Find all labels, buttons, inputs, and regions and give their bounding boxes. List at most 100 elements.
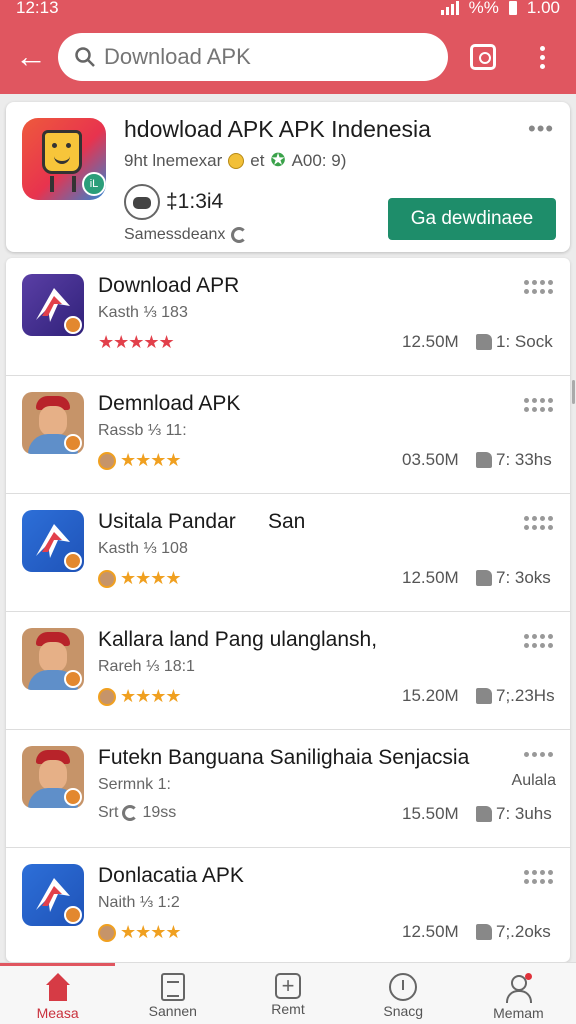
app-more-icon[interactable] — [524, 398, 556, 412]
app-name: Demnload APK — [98, 392, 241, 415]
search-icon — [75, 47, 95, 67]
featured-stats: ‡1:3i4 — [124, 184, 223, 220]
app-list-item[interactable]: Download APR Kasth ⅓ 183 ★★★★★ 12.50M 1: Soc… — [6, 258, 570, 376]
signal-icon — [440, 1, 459, 15]
app-list-item[interactable]: Kallara land Pang ulanglansh, Rareh ⅓ 18:… — [6, 612, 570, 730]
star-rating-icon: ★★★★ — [120, 686, 182, 706]
nav-label: Memam — [493, 1005, 544, 1021]
app-size: 03.50M — [402, 450, 459, 469]
app-name: Download APR — [98, 274, 240, 297]
app-name-suffix: San — [268, 510, 306, 533]
user-icon — [503, 973, 533, 1003]
app-likes: 7: 3oks — [476, 568, 551, 588]
clock-icon — [389, 973, 418, 1001]
app-icon — [22, 510, 84, 572]
featured-developer: Samessdeanx — [124, 226, 248, 244]
app-list-item[interactable]: Demnload APK Rassb ⅓ 11: ★★★★ 03.50M 7: 33hs — [6, 376, 570, 494]
star-rating-icon: ★★★★ — [120, 922, 182, 942]
thumbs-up-icon — [476, 452, 492, 468]
rating-text: Srt — [98, 804, 119, 821]
status-indicators: %% 1.00 — [440, 0, 560, 18]
app-more-icon[interactable] — [524, 634, 556, 648]
app-more-icon[interactable] — [524, 870, 556, 884]
app-rating: ★★★★ — [98, 450, 182, 471]
scrollbar[interactable] — [572, 380, 575, 404]
thumbs-up-icon — [476, 924, 492, 940]
refresh-icon — [122, 805, 139, 821]
avatar — [98, 687, 116, 706]
app-rating: ★★★★ — [98, 686, 182, 707]
app-subtitle: Kasth ⅓ 183 — [98, 304, 188, 321]
app-likes: 7: 3uhs — [476, 804, 552, 824]
app-list-item[interactable]: Donlacatia APK Naith ⅓ 1:2 ★★★★ 12.50M 7;.2o… — [6, 848, 570, 962]
star-rating-icon: ★★★★ — [120, 450, 182, 470]
app-size: 12.50M — [402, 568, 459, 587]
app-size: 15.50M — [402, 804, 459, 823]
search-input[interactable] — [104, 44, 424, 70]
app-size: 12.50M — [402, 922, 459, 941]
app-subtitle: Sermnk 1: — [98, 776, 171, 793]
thumbs-up-icon — [476, 806, 492, 822]
app-icon — [22, 392, 84, 454]
emoji-icon — [228, 152, 245, 169]
nav-tab-add[interactable]: + Remt — [230, 963, 345, 1024]
get-download-button[interactable]: Ga dewdinaee — [388, 198, 556, 240]
thumbs-up-icon — [476, 334, 492, 350]
nav-tab-document[interactable]: Sannen — [115, 963, 230, 1024]
star-rating-icon: ★★★★★ — [98, 332, 175, 352]
featured-app-card[interactable]: iL hdowload APK APK Indenesia ••• 9ht ln… — [6, 102, 570, 252]
featured-more-icon[interactable]: ••• — [528, 116, 554, 142]
gamepad-icon — [124, 184, 160, 220]
app-size: 12.50M — [402, 332, 459, 351]
app-rating: ★★★★★ — [98, 332, 175, 353]
thumbs-up-icon — [476, 688, 492, 704]
avatar — [98, 569, 116, 588]
app-size: 15.20M — [402, 686, 459, 705]
search-bar[interactable] — [58, 33, 448, 81]
bottom-navigation: Measa Sannen + Remt Snacg Memam — [0, 962, 576, 1024]
signal-text: %% — [468, 0, 499, 17]
app-more-icon[interactable] — [524, 516, 556, 530]
app-more-icon[interactable] — [524, 280, 556, 294]
avatar — [98, 923, 116, 942]
app-likes: 1: Sock — [476, 332, 553, 352]
app-name: Futekn Banguana Sanilighaia Senjacsia — [98, 746, 470, 769]
app-icon — [22, 628, 84, 690]
camera-icon[interactable] — [470, 44, 496, 70]
app-extra-label: Aulala — [511, 772, 556, 789]
refresh-icon — [231, 227, 248, 243]
app-icon — [22, 274, 84, 336]
back-arrow-icon[interactable]: ← — [14, 40, 48, 74]
app-header: 12:13 %% 1.00 ← — [0, 0, 576, 94]
thumbs-up-icon — [476, 570, 492, 586]
app-likes: 7;.2oks — [476, 922, 551, 942]
featured-app-title: hdowload APK APK Indenesia — [124, 116, 431, 142]
app-subtitle: Naith ⅓ 1:2 — [98, 894, 180, 911]
battery-text: 1.00 — [526, 0, 560, 17]
star-rating-icon: ★★★★ — [120, 568, 182, 588]
rating-suffix: 19ss — [142, 804, 177, 821]
app-more-icon[interactable] — [524, 752, 556, 757]
star-icon: ✪ — [270, 150, 286, 170]
nav-tab-user[interactable]: Memam — [461, 963, 576, 1024]
nav-tab-home[interactable]: Measa — [0, 963, 116, 1024]
add-icon: + — [275, 973, 301, 999]
avatar — [98, 451, 116, 470]
featured-count: ‡1:3i4 — [166, 190, 224, 213]
nav-label: Snacg — [383, 1003, 424, 1019]
app-name: Kallara land Pang ulanglansh, — [98, 628, 378, 651]
app-subtitle: Rareh ⅓ 18:1 — [98, 658, 195, 675]
nav-label: Sannen — [148, 1003, 197, 1019]
app-rating: Srt 19ss — [98, 804, 176, 822]
nav-label: Measa — [36, 1005, 79, 1021]
more-options-icon[interactable] — [530, 44, 554, 70]
app-list-item[interactable]: Usitala Pandar San Kasth ⅓ 108 ★★★★ 12.50M 7:… — [6, 494, 570, 612]
app-icon — [22, 864, 84, 926]
status-bar: 12:13 %% 1.00 — [0, 0, 576, 20]
nav-label: Remt — [271, 1001, 305, 1017]
featured-subtitle: 9ht lnemexar et ✪ A00: 9) — [124, 150, 347, 170]
app-list-item[interactable]: Futekn Banguana Sanilighaia Senjacsia Ser… — [6, 730, 570, 848]
nav-tab-clock[interactable]: Snacg — [346, 963, 461, 1024]
document-icon — [160, 973, 185, 1001]
app-likes: 7: 33hs — [476, 450, 552, 470]
